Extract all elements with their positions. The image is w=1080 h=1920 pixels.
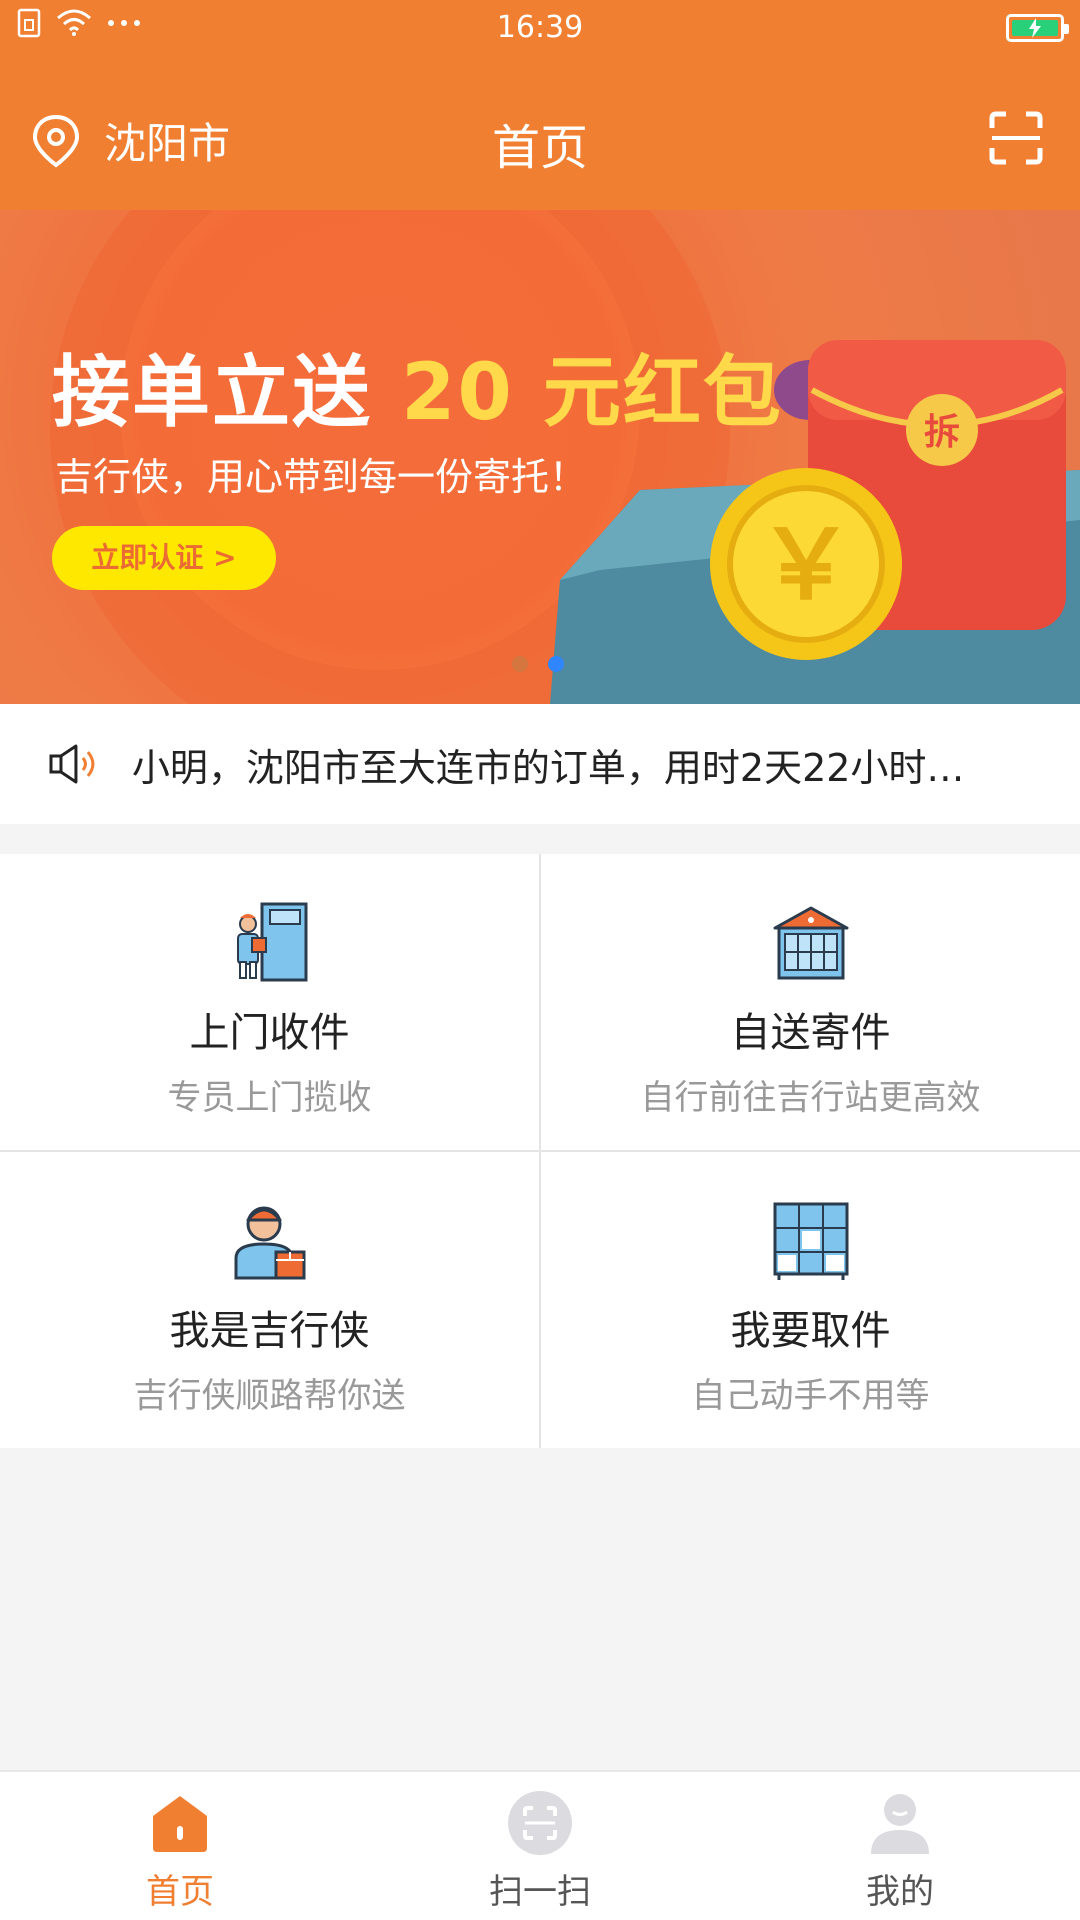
service-grid: 上门收件 专员上门揽收 自送寄件 自行前往吉行站更高效 我是吉行侠 吉行侠顺路帮… xyxy=(0,854,1080,1448)
scan-tab-icon xyxy=(508,1791,572,1855)
status-time: 16:39 xyxy=(496,10,584,45)
service-title: 我是吉行侠 xyxy=(169,1308,370,1354)
service-subtitle: 自己动手不用等 xyxy=(691,1376,930,1416)
envelope-char: 拆 xyxy=(924,412,960,453)
home-icon xyxy=(153,1796,207,1852)
service-title: 上门收件 xyxy=(189,1010,350,1056)
bottom-tab-bar: 首页 扫一扫 我的 xyxy=(0,1770,1080,1920)
tab-scan[interactable]: 扫一扫 xyxy=(360,1772,720,1920)
speaker-icon xyxy=(49,744,95,784)
locker-icon xyxy=(773,1202,848,1280)
courier-person-icon xyxy=(234,1206,305,1280)
coin-char: ￥ xyxy=(758,509,854,621)
notice-text: 小明，沈阳市至大连市的订单，用时2天22小时… xyxy=(131,745,965,790)
profile-icon xyxy=(871,1794,929,1854)
banner-subtitle: 吉行侠，用心带到每一份寄托！ xyxy=(55,455,588,499)
status-bar: 16:39 xyxy=(0,0,1080,58)
service-subtitle: 专员上门揽收 xyxy=(167,1078,372,1118)
app-header: 沈阳市 首页 xyxy=(0,58,1080,210)
tab-label: 首页 xyxy=(146,1872,214,1912)
banner-dot-1[interactable] xyxy=(512,656,528,672)
tab-label: 我的 xyxy=(866,1872,934,1912)
grid-divider-horizontal xyxy=(0,1150,1080,1152)
notice-bar[interactable]: 小明，沈阳市至大连市的订单，用时2天22小时… xyxy=(0,704,1080,824)
promo-banner[interactable]: 接单立送 20 元红包 吉行侠，用心带到每一份寄托！ 立即认证 > 拆 ￥ xyxy=(0,210,1080,704)
service-subtitle: 自行前往吉行站更高效 xyxy=(640,1078,981,1118)
banner-pagination xyxy=(512,656,564,672)
service-door-pickup[interactable]: 上门收件 专员上门揽收 xyxy=(0,854,539,1150)
courier-door-icon xyxy=(236,902,307,982)
red-envelope-coin-illustration: 拆 ￥ xyxy=(550,340,1080,704)
service-subtitle: 吉行侠顺路帮你送 xyxy=(133,1376,406,1416)
banner-headline-main: 接单立送 xyxy=(52,348,373,438)
service-self-drop[interactable]: 自送寄件 自行前往吉行站更高效 xyxy=(541,854,1080,1150)
tab-profile[interactable]: 我的 xyxy=(720,1772,1080,1920)
banner-dot-2[interactable] xyxy=(548,656,564,672)
page-title: 首页 xyxy=(491,120,588,176)
verify-now-button[interactable]: 立即认证 > xyxy=(52,526,276,590)
scan-icon[interactable] xyxy=(988,110,1044,166)
tab-home[interactable]: 首页 xyxy=(0,1772,360,1920)
battery-charging-icon xyxy=(1006,14,1069,42)
station-building-icon xyxy=(773,906,848,980)
service-title: 自送寄件 xyxy=(730,1010,891,1056)
service-become-courier[interactable]: 我是吉行侠 吉行侠顺路帮你送 xyxy=(0,1152,539,1448)
tab-label: 扫一扫 xyxy=(489,1872,591,1912)
service-pick-up-parcel[interactable]: 我要取件 自己动手不用等 xyxy=(541,1152,1080,1448)
service-title: 我要取件 xyxy=(730,1308,891,1354)
